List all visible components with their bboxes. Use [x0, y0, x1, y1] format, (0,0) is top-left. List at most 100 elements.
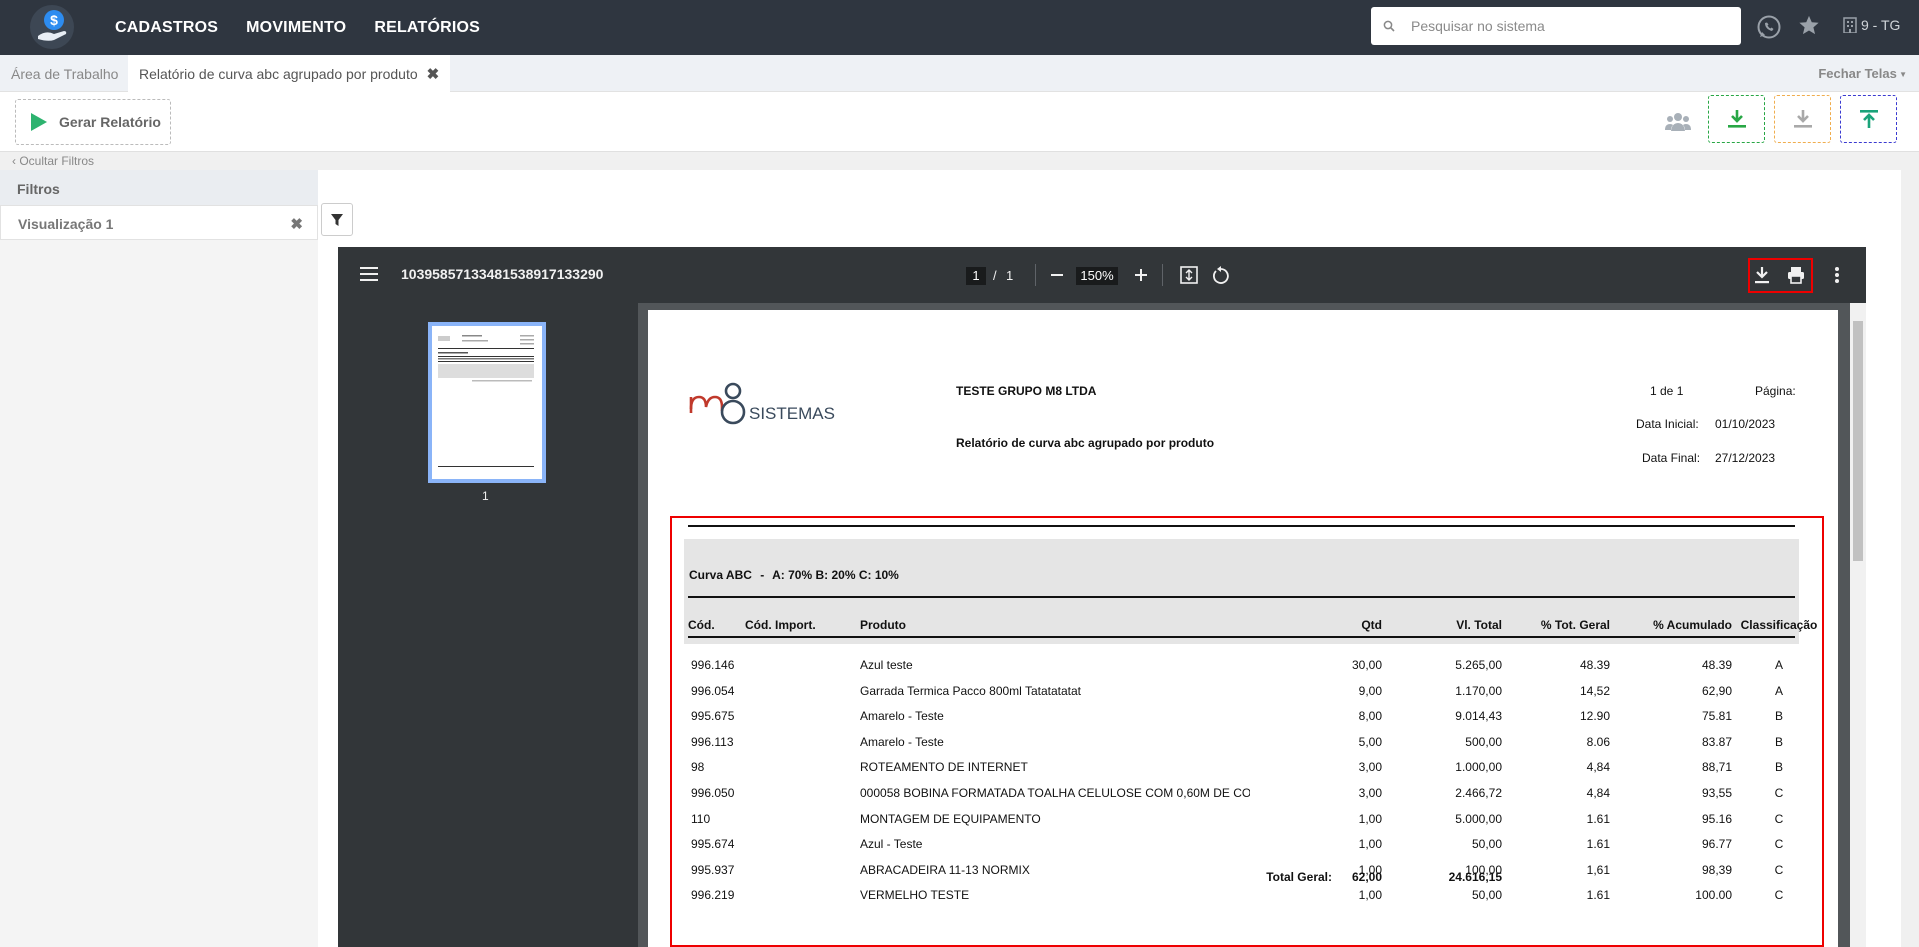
- cell-pct: 4,84: [1586, 760, 1610, 775]
- tab-relatorio-curva-abc[interactable]: Relatório de curva abc agrupado por prod…: [128, 55, 451, 92]
- cell-cod: 110: [691, 811, 711, 826]
- cell-cls: C: [1774, 888, 1784, 903]
- nav-relatorios[interactable]: RELATÓRIOS: [374, 19, 480, 37]
- end-date-label: Data Final:: [1642, 451, 1701, 465]
- close-all-tabs-dropdown[interactable]: Fechar Telas ▼: [1818, 66, 1907, 81]
- curve-label: Curva ABC: [689, 568, 752, 582]
- cell-cod: 996.113: [691, 734, 734, 749]
- cell-pct: 14,52: [1579, 683, 1610, 698]
- curve-abc-line: Curva ABC - A: 70% B: 20% C: 10%: [689, 568, 899, 582]
- hide-filters-label: Ocultar Filtros: [19, 154, 95, 168]
- pdf-file-name: 10395857133481538917133290: [401, 266, 604, 282]
- visualization-label: Visualização 1: [18, 216, 114, 232]
- logo-text: SISTEMAS: [749, 404, 835, 423]
- cell-acum: 83.87: [1701, 734, 1732, 749]
- filter-icon: [331, 213, 343, 226]
- cell-produto: MONTAGEM DE EQUIPAMENTO: [860, 811, 1041, 826]
- cell-pct: 12.90: [1579, 709, 1610, 724]
- users-icon[interactable]: [1665, 111, 1691, 133]
- fit-page-icon[interactable]: [1180, 266, 1198, 284]
- more-options-icon[interactable]: [1835, 267, 1839, 283]
- close-icon[interactable]: ✖: [427, 65, 440, 83]
- table-row: 996.146 Azul teste 30,00 5.265,00 48.39 48.39…: [648, 658, 1838, 678]
- download-icon[interactable]: [1754, 266, 1770, 284]
- cell-produto: Amarelo - Teste: [860, 734, 944, 749]
- nav-cadastros[interactable]: CADASTROS: [115, 19, 218, 37]
- cell-qtd: 1,00: [1358, 837, 1382, 852]
- whatsapp-icon[interactable]: [1756, 14, 1782, 40]
- print-icon[interactable]: [1787, 266, 1805, 284]
- caret-down-icon: ▼: [1896, 70, 1907, 80]
- close-icon[interactable]: ✖: [290, 215, 303, 233]
- cell-cod: 996.146: [691, 658, 735, 672]
- zoom-out-icon[interactable]: [1051, 274, 1063, 276]
- curve-separator: -: [760, 568, 765, 582]
- rotate-icon[interactable]: [1212, 266, 1230, 284]
- report-title: Relatório de curva abc agrupado por prod…: [956, 436, 1215, 450]
- table-row: 110 MONTAGEM DE EQUIPAMENTO 1,00 5.000,00 1.…: [648, 812, 1838, 832]
- download-excel-button[interactable]: [1708, 95, 1765, 143]
- report-company: TESTE GRUPO M8 LTDA: [956, 384, 1097, 398]
- search-box[interactable]: [1371, 7, 1741, 45]
- page-count-label: Página:: [1755, 384, 1796, 398]
- app-logo-icon[interactable]: $: [28, 3, 76, 51]
- tab-label: Área de Trabalho: [11, 65, 119, 82]
- cell-produto: VERMELHO TESTE: [860, 888, 970, 903]
- top-navbar: $ CADASTROS MOVIMENTO RELATÓRIOS 9 - TG: [0, 0, 1919, 55]
- page-preview: [438, 335, 534, 467]
- star-icon[interactable]: [1798, 14, 1820, 36]
- cell-acum: 88,71: [1701, 760, 1732, 775]
- divider: [688, 636, 1795, 638]
- close-all-label: Fechar Telas: [1818, 66, 1897, 81]
- total-qtd: 62,00: [1351, 870, 1382, 884]
- nav-movimento[interactable]: MOVIMENTO: [246, 19, 346, 37]
- cell-vl: 500,00: [1465, 734, 1502, 749]
- menu-icon[interactable]: [360, 267, 378, 281]
- cell-produto: Azul teste: [860, 658, 913, 672]
- cell-qtd: 3,00: [1358, 786, 1382, 800]
- search-input[interactable]: [1411, 18, 1711, 34]
- table-row: 98 ROTEAMENTO DE INTERNET 3,00 1.000,00 4,84…: [648, 760, 1838, 780]
- cell-acum: 96.77: [1701, 837, 1732, 852]
- cell-acum: 93,55: [1701, 786, 1732, 800]
- visualization-item[interactable]: Visualização 1 ✖: [0, 205, 318, 240]
- zoom-level[interactable]: 150%: [1076, 267, 1118, 285]
- filter-button[interactable]: [321, 203, 353, 236]
- page-number-input[interactable]: 1: [966, 267, 986, 285]
- col-classificacao: Classificação: [1740, 618, 1818, 632]
- cell-cls: B: [1774, 760, 1783, 775]
- cell-acum: 48.39: [1701, 658, 1732, 672]
- zoom-in-icon[interactable]: [1135, 269, 1147, 281]
- download-icon: [1793, 110, 1812, 128]
- download-icon: [1727, 110, 1746, 128]
- svg-text:$: $: [50, 12, 58, 28]
- divider: [1035, 264, 1036, 286]
- hide-filters-link[interactable]: ‹ Ocultar Filtros: [12, 154, 94, 168]
- table-total-row: Total Geral: 62,00 24.616,15: [648, 870, 1838, 890]
- upload-button[interactable]: [1840, 95, 1897, 143]
- tab-area-de-trabalho[interactable]: Área de Trabalho: [0, 55, 129, 92]
- cell-acum: 95.16: [1701, 811, 1732, 826]
- cell-pct: 8.06: [1586, 734, 1610, 749]
- cell-qtd: 30,00: [1351, 658, 1382, 672]
- cell-vl: 5.000,00: [1455, 811, 1502, 826]
- tab-bar: Área de Trabalho Relatório de curva abc …: [0, 55, 1919, 92]
- m8-sistemas-logo: SISTEMAS: [683, 367, 863, 452]
- total-label: Total Geral:: [1266, 870, 1332, 884]
- scrollbar-thumb[interactable]: [1853, 321, 1863, 561]
- cell-vl: 1.170,00: [1455, 683, 1502, 698]
- generate-report-button[interactable]: Gerar Relatório: [15, 99, 171, 145]
- col-pct-acum: % Acumulado: [1653, 618, 1732, 632]
- cell-produto: Amarelo - Teste: [860, 709, 944, 724]
- cell-cls: A: [1774, 683, 1783, 698]
- download-button[interactable]: [1774, 95, 1831, 143]
- company-selector[interactable]: 9 - TG: [1843, 17, 1900, 33]
- pdf-scrollbar[interactable]: [1850, 303, 1866, 947]
- cell-acum: 100.00: [1695, 888, 1732, 903]
- cell-pct: 1.61: [1586, 811, 1610, 826]
- cell-cls: C: [1774, 786, 1784, 800]
- cell-cls: A: [1774, 658, 1783, 672]
- curve-values: A: 70% B: 20% C: 10%: [772, 568, 899, 582]
- page-thumbnail[interactable]: [428, 322, 546, 483]
- col-pct-total: % Tot. Geral: [1540, 618, 1610, 632]
